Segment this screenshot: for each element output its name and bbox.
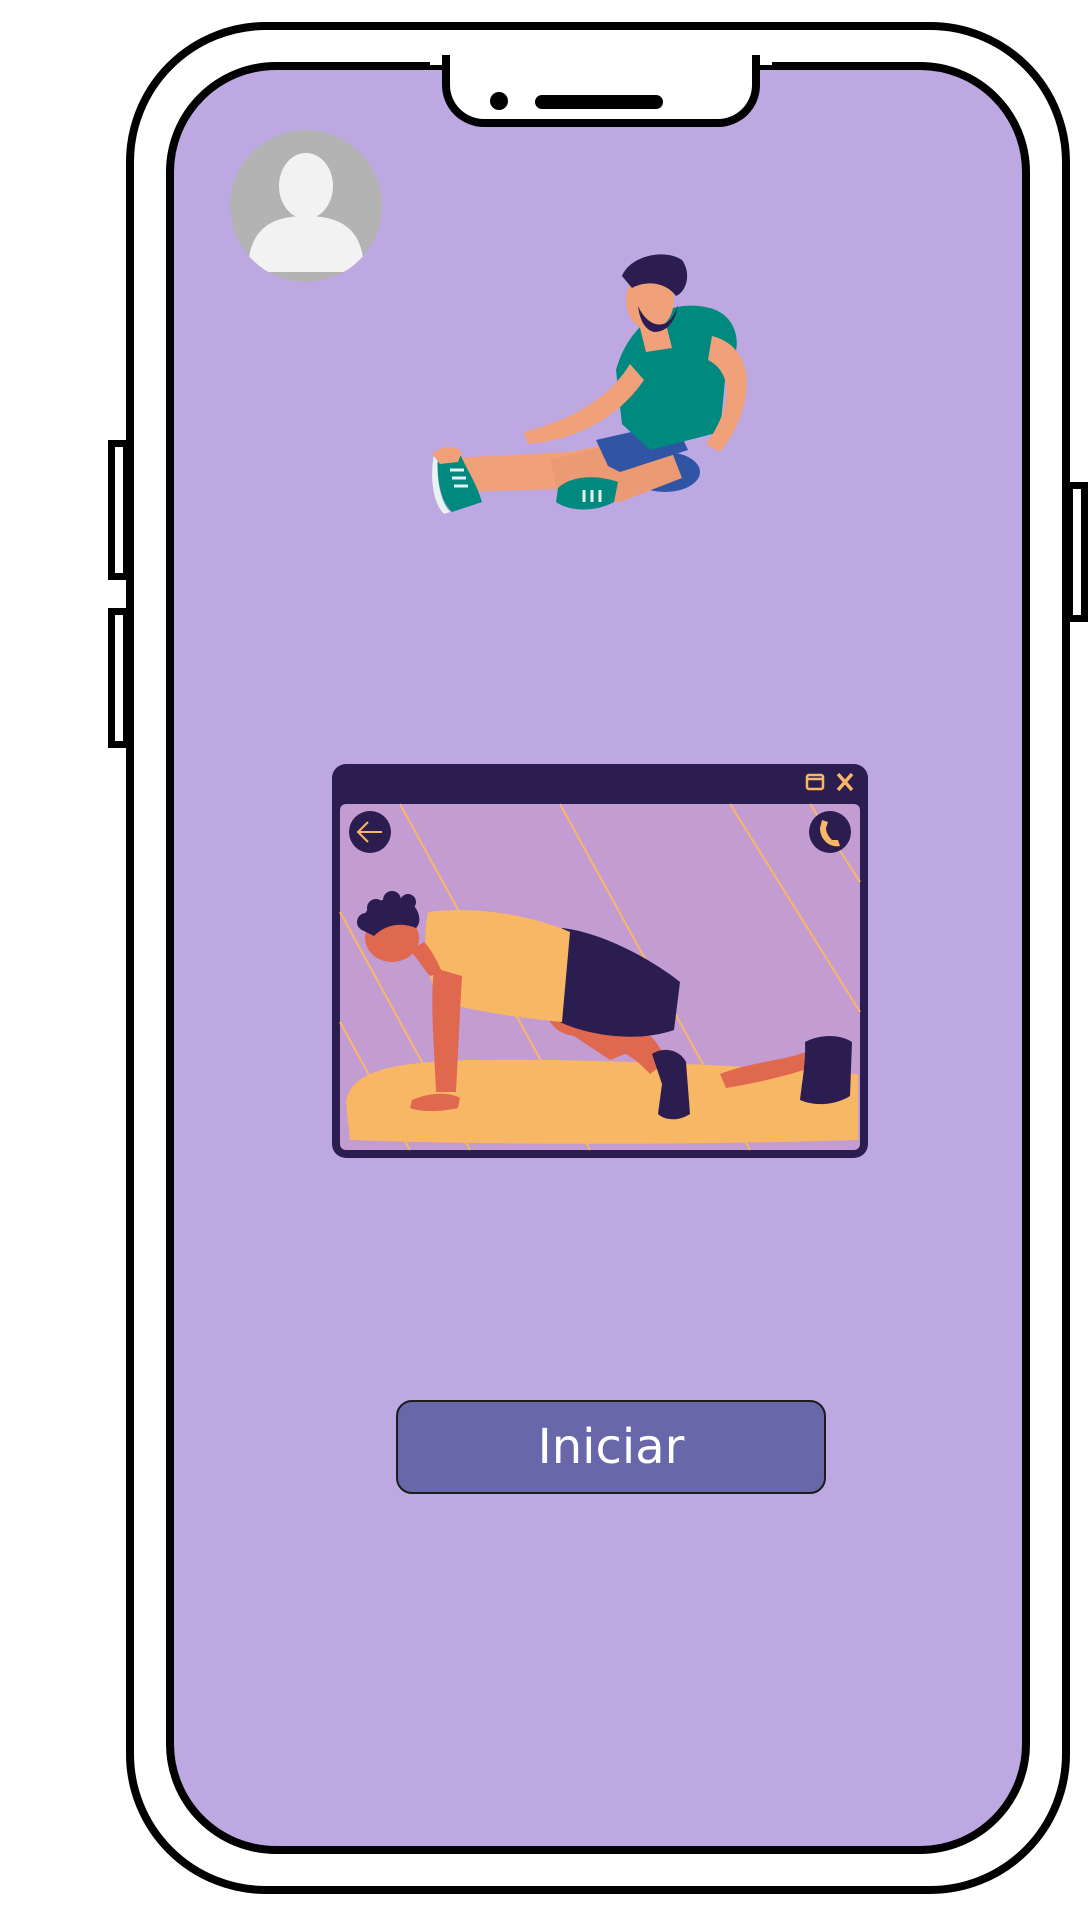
camera-icon [490, 92, 508, 110]
speaker-grille [535, 95, 663, 109]
stretching-man-illustration [432, 254, 747, 514]
phone-notch [442, 55, 760, 127]
video-call-illustration [332, 764, 868, 1158]
phone-icon [809, 811, 851, 853]
user-silhouette-icon [248, 153, 364, 272]
user-avatar[interactable] [230, 130, 382, 282]
start-button[interactable]: Iniciar [396, 1400, 826, 1494]
